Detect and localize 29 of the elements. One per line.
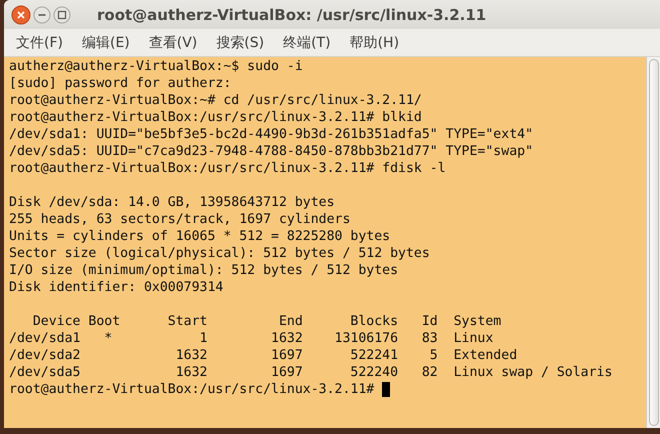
- terminal-line: /dev/sda5 1632 1697 522240 82 Linux swap / Solaris: [9, 364, 614, 381]
- terminal-line: autherz@autherz-VirtualBox:~$ sudo -i: [9, 58, 304, 75]
- minimize-icon[interactable]: [33, 6, 51, 24]
- terminal-line: /dev/sda5: UUID="c7ca9d23-7948-4788-8450-878bb3b21d77" TYPE="swap": [9, 143, 534, 160]
- window-title: root@autherz-VirtualBox: /usr/src/linux-3.2.11: [97, 6, 486, 24]
- terminal-line: Disk identifier: 0x00079314: [9, 279, 224, 296]
- terminal-line: Device Boot Start End Blocks Id System: [32, 313, 502, 330]
- terminal-line: Disk /dev/sda: 14.0 GB, 13958643712 bytes: [9, 194, 336, 211]
- terminal-line: /dev/sda2 1632 1697 522241 5 Extended: [9, 347, 518, 364]
- menu-item[interactable]: 查看(V): [144, 32, 206, 54]
- terminal-line: 255 heads, 63 sectors/track, 1697 cylinders: [9, 211, 352, 228]
- terminal-line: /dev/sda1: UUID="be5bf3e5-bc2d-4490-9b3d-261b351adfa5" TYPE="ext4": [9, 126, 534, 143]
- terminal-line: root@autherz-VirtualBox:/usr/src/linux-3.2.11# fdisk -l: [9, 160, 447, 177]
- menu-item[interactable]: 帮助(H): [346, 32, 408, 54]
- close-icon[interactable]: [11, 4, 31, 24]
- menu-item[interactable]: 终端(T): [279, 32, 340, 54]
- terminal-line: root@autherz-VirtualBox:/usr/src/linux-3.2.11# blkid: [9, 109, 423, 126]
- maximize-icon[interactable]: [53, 6, 71, 24]
- terminal-line: Units = cylinders of 16065 * 512 = 8225280 bytes: [9, 228, 392, 245]
- menu-item[interactable]: 编辑(E): [78, 32, 139, 54]
- terminal-line: I/O size (minimum/optimal): 512 bytes / 512 bytes: [9, 262, 400, 279]
- terminal-line: /dev/sda1 * 1 1632 13106176 83 Linux: [9, 330, 494, 347]
- terminal-line: [sudo] password for autherz:: [9, 75, 232, 92]
- menu-item[interactable]: 文件(F): [12, 32, 72, 54]
- terminal-line: root@autherz-VirtualBox:/usr/src/linux-3.2.11#: [9, 381, 376, 398]
- menu-item[interactable]: 搜索(S): [212, 32, 274, 54]
- terminal-line: root@autherz-VirtualBox:~# cd /usr/src/linux-3.2.11/: [9, 92, 423, 109]
- scrollbar-thumb[interactable]: [649, 59, 659, 426]
- terminal-line: Sector size (logical/physical): 512 bytes / 512 bytes: [9, 245, 431, 262]
